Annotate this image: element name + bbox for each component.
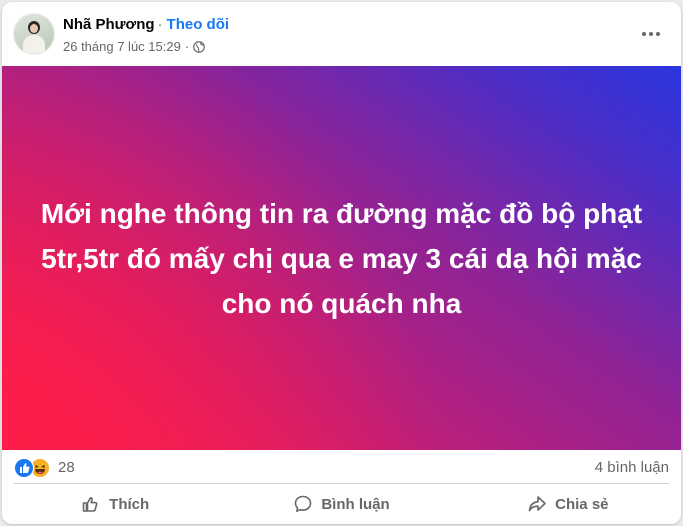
post-timestamp[interactable]: 26 tháng 7 lúc 15:29 xyxy=(63,39,181,54)
author-avatar[interactable] xyxy=(14,14,54,54)
globe-icon[interactable] xyxy=(193,40,206,53)
author-line: Nhã Phương · Theo dõi xyxy=(63,16,229,33)
share-button[interactable]: Chia sẻ xyxy=(455,484,681,524)
more-options-icon[interactable] xyxy=(635,20,667,48)
thumbs-up-icon xyxy=(82,497,98,512)
post-background-banner[interactable]: Mới nghe thông tin ra đường mặc đồ bộ ph… xyxy=(2,66,681,450)
avatar-face xyxy=(30,24,38,33)
more-dot xyxy=(656,32,660,36)
post-actions: Thích Bình luận Chia sẻ xyxy=(2,484,681,524)
post-header: Nhã Phương · Theo dõi 26 tháng 7 lúc 15:29… xyxy=(2,2,681,66)
name-separator: · xyxy=(157,16,163,33)
reaction-icons[interactable] xyxy=(14,458,54,478)
like-button[interactable]: Thích xyxy=(2,484,228,524)
comment-icon xyxy=(295,495,312,512)
author-name[interactable]: Nhã Phương xyxy=(63,16,155,33)
more-dot xyxy=(642,32,646,36)
like-icon xyxy=(14,458,34,478)
comment-count[interactable]: 4 bình luận xyxy=(595,459,669,476)
comment-label: Bình luận xyxy=(321,495,390,513)
meta-separator: · xyxy=(184,39,190,54)
comment-button[interactable]: Bình luận xyxy=(228,484,454,524)
avatar-body xyxy=(23,35,45,54)
more-dot xyxy=(649,32,653,36)
reaction-count[interactable]: 28 xyxy=(58,459,75,476)
follow-button[interactable]: Theo dõi xyxy=(167,16,230,33)
post-text: Mới nghe thông tin ra đường mặc đồ bộ ph… xyxy=(40,197,643,319)
post-card: Nhã Phương · Theo dõi 26 tháng 7 lúc 15:29… xyxy=(2,2,681,524)
share-label: Chia sẻ xyxy=(555,495,609,513)
share-icon xyxy=(528,496,546,512)
post-meta: 26 tháng 7 lúc 15:29 · xyxy=(63,39,206,54)
reactions-bar: 28 4 bình luận xyxy=(2,450,681,484)
like-label: Thích xyxy=(109,495,150,513)
